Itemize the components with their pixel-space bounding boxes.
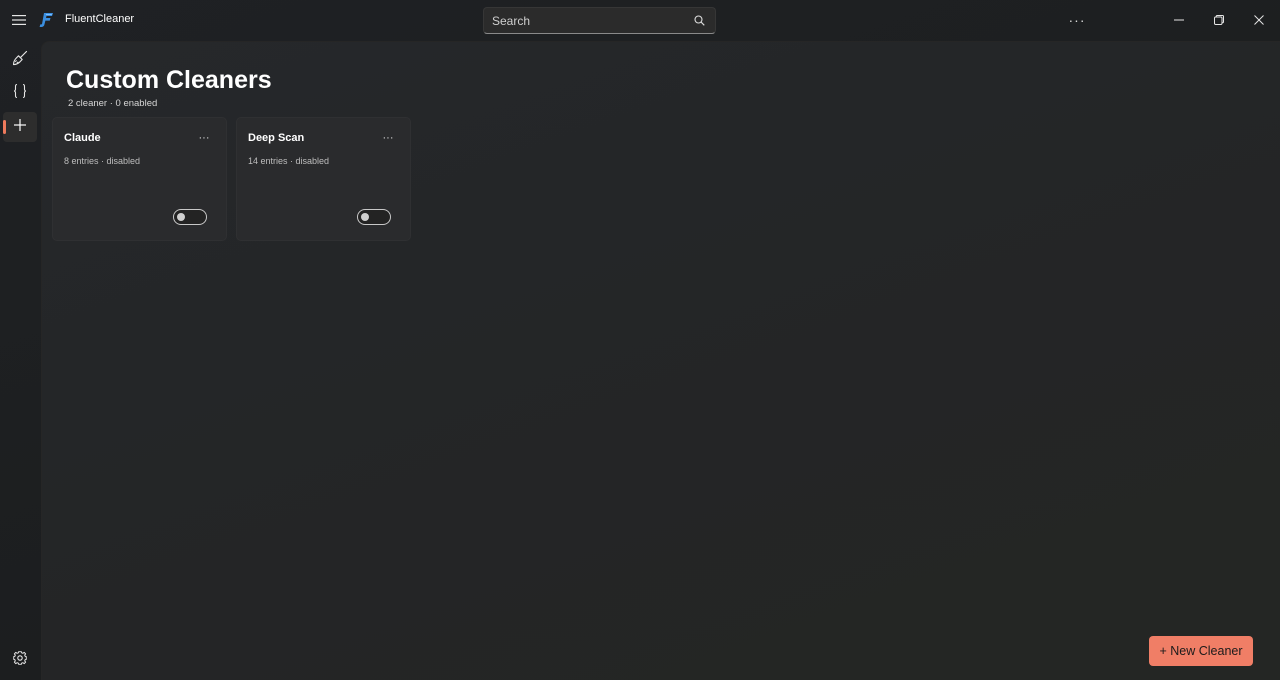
title-bar: FluentCleaner ··· (0, 0, 1280, 40)
minimize-icon[interactable] (1159, 0, 1199, 40)
app-logo-icon (38, 12, 54, 28)
content-area: Custom Cleaners 2 cleaner · 0 enabled Cl… (41, 41, 1280, 680)
cleaner-card[interactable]: Claude ··· 8 entries · disabled (52, 117, 227, 241)
card-more-button[interactable]: ··· (378, 130, 398, 146)
cleaner-card[interactable]: Deep Scan ··· 14 entries · disabled (236, 117, 411, 241)
cleaner-meta: 8 entries · disabled (64, 156, 141, 166)
page-subtitle: 2 cleaner · 0 enabled (68, 98, 158, 109)
nav-item-custom-cleaners[interactable] (3, 112, 37, 142)
broom-icon (12, 50, 28, 71)
cleaner-name: Claude (64, 132, 101, 144)
braces-icon (12, 83, 28, 104)
nav-item-settings[interactable] (3, 645, 37, 675)
nav-item-json-editor[interactable] (3, 78, 37, 108)
card-more-button[interactable]: ··· (194, 130, 214, 146)
restore-icon[interactable] (1199, 0, 1239, 40)
nav-item-cleaner[interactable] (3, 45, 37, 75)
gear-icon (12, 650, 28, 670)
cleaner-meta: 14 entries · disabled (248, 156, 330, 166)
toggle-knob (361, 213, 369, 221)
cleaner-name: Deep Scan (248, 132, 305, 144)
plus-icon (13, 118, 27, 137)
close-icon[interactable] (1239, 0, 1279, 40)
navigation-rail (0, 40, 41, 680)
app-window: FluentCleaner ··· (0, 0, 1280, 680)
more-options-button[interactable]: ··· (1062, 8, 1092, 32)
enable-toggle[interactable] (357, 209, 391, 225)
new-cleaner-button[interactable]: + New Cleaner (1149, 636, 1253, 666)
enable-toggle[interactable] (173, 209, 207, 225)
page-title: Custom Cleaners (66, 66, 272, 94)
search-icon[interactable] (691, 13, 707, 29)
search-input[interactable] (492, 13, 691, 28)
search-box (483, 7, 716, 34)
hamburger-icon[interactable] (4, 6, 34, 34)
app-title: FluentCleaner (65, 13, 135, 25)
toggle-knob (177, 213, 185, 221)
selection-indicator (3, 120, 6, 134)
